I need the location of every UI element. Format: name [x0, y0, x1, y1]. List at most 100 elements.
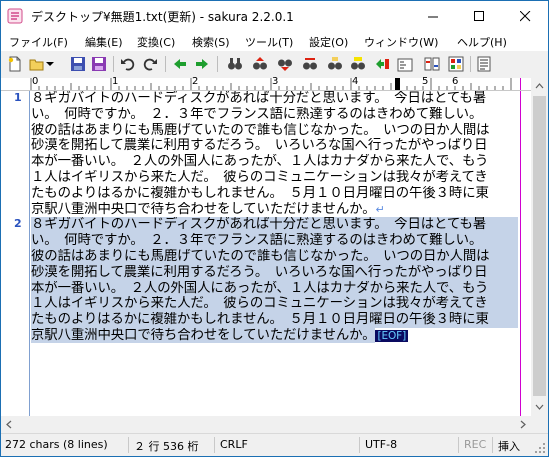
save-button[interactable] [69, 55, 87, 73]
open-file-button[interactable] [28, 55, 46, 73]
line-number: 2 [14, 217, 22, 230]
new-file-icon [8, 56, 21, 72]
ruler-label: 3 [272, 76, 279, 87]
line-number: 1 [14, 91, 22, 104]
search-button[interactable] [226, 55, 244, 73]
menu-edit[interactable]: 編集(E) [85, 34, 123, 50]
close-icon [519, 10, 530, 21]
settings-button[interactable] [447, 55, 465, 73]
outline-button[interactable] [396, 55, 414, 73]
selected-text-line: ８ギガバイトのハードディスクがあれば十分だと思います。 今日はとても暑 [31, 217, 518, 234]
undo-button[interactable] [119, 55, 137, 73]
ruler-label: 5 [422, 76, 429, 87]
status-bar: 272 chars (8 lines) ２ 行 536 桁 CRLF UTF-8… [1, 433, 548, 456]
editor-area[interactable]: 0 1 2 3 4 5 6 1 2 ８ギガバイトのハードディスクがあれば十分だと… [1, 76, 548, 416]
toolbar [1, 51, 548, 78]
chevron-down-icon [46, 62, 54, 66]
resize-grip-icon[interactable] [534, 442, 546, 454]
menu-convert[interactable]: 変換(C) [137, 34, 175, 50]
search-prev-button[interactable] [251, 55, 269, 73]
undo-icon [121, 58, 135, 71]
open-dropdown-button[interactable] [45, 55, 55, 73]
status-cursor-position: ２ 行 536 桁 [134, 440, 199, 453]
vertical-scrollbar[interactable] [531, 78, 548, 416]
selected-text-line: い。 何時ですか。 ２．３年でフランス語に熟達するのはきわめて難しい。 [31, 233, 518, 249]
status-encoding[interactable]: UTF-8 [365, 438, 397, 451]
text-line-content: 京駅八重洲中央口で待ち合わせをしていただけませんか。 [31, 201, 376, 217]
settings-grid-icon [448, 56, 464, 72]
move-back-button[interactable] [171, 55, 189, 73]
selected-text-line: たものよりはるかに複雑かもしれません。 ５月１０日月曜日の午後３時に東 [31, 312, 518, 328]
binoculars-icon [228, 58, 242, 70]
arrow-right-icon [196, 59, 208, 69]
selected-text-line: １人はイギリスから来た人だ。 彼らのコミュニケーションは我々が考えてき [31, 296, 518, 313]
arrow-left-icon [174, 59, 186, 69]
text-line: 京駅八重洲中央口で待ち合わせをしていただけませんか。↵ [31, 202, 518, 218]
editor-window: デスクトップ¥無題1.txt(更新) - sakura 2.2.0.1 ファイル… [0, 0, 549, 457]
grep-button[interactable] [326, 55, 344, 73]
horizontal-scrollbar[interactable] [1, 416, 531, 433]
ruler-label: 4 [352, 76, 359, 87]
text-line: 京駅八重洲中央口で待ち合わせをしていただけませんか。 [EOF] [31, 327, 518, 344]
move-forward-button[interactable] [193, 55, 211, 73]
status-line-ending[interactable]: CRLF [220, 438, 248, 451]
highlight-icon [351, 57, 365, 70]
text-content[interactable]: ８ギガバイトのハードディスクがあれば十分だと思います。 今日はとても暑 い。 何… [31, 91, 518, 344]
font-settings-button[interactable] [475, 55, 493, 73]
search-prev-icon [253, 57, 267, 70]
save-as-button[interactable] [90, 55, 108, 73]
save-as-icon [92, 57, 106, 71]
ruler-label: 0 [32, 76, 39, 87]
ruler-caret-marker [395, 78, 400, 90]
close-button[interactable] [502, 1, 548, 31]
status-char-count: 272 chars (8 lines) [5, 438, 108, 451]
title-bar[interactable]: デスクトップ¥無題1.txt(更新) - sakura 2.2.0.1 [1, 1, 548, 31]
sakura-app-icon [7, 8, 23, 24]
redo-button[interactable] [141, 55, 159, 73]
selected-text-line: 彼の話はあまりにも馬鹿げていたので誰も信じなかった。 いつの日か人間は [31, 248, 518, 265]
scroll-left-icon [6, 420, 12, 429]
status-recording: REC [464, 438, 487, 451]
scroll-down-icon [535, 404, 544, 410]
eof-mark: [EOF] [375, 329, 409, 342]
compare-icon [424, 57, 440, 71]
ruler-right-margin-marker [520, 78, 521, 90]
eol-mark: ↵ [375, 202, 385, 216]
replace-icon [303, 58, 317, 70]
selected-text-line-content: 京駅八重洲中央口で待ち合わせをしていただけませんか。 [31, 327, 376, 343]
compare-button[interactable] [423, 55, 441, 73]
menu-search[interactable]: 検索(S) [192, 34, 230, 50]
status-insert-mode[interactable]: 挿入 [498, 438, 520, 454]
window-title: デスクトップ¥無題1.txt(更新) - sakura 2.2.0.1 [31, 10, 294, 24]
text-line: 砂漠を開拓して農業に利用するだろう。 いろいろな国へ行ったがやっぱり日 [31, 138, 488, 154]
selected-text-line: 本が一番いい。 ２人の外国人にあったが、１人はカナダから来た人で、もう [31, 280, 518, 297]
menu-file[interactable]: ファイル(F) [9, 34, 68, 50]
text-line: ８ギガバイトのハードディスクがあれば十分だと思います。 今日はとても暑 [31, 91, 487, 106]
scroll-corner [531, 416, 548, 433]
document-list-icon [477, 56, 491, 72]
text-line: 彼の話はあまりにも馬鹿げていたので誰も信じなかった。 いつの日か人間は [31, 122, 490, 138]
search-next-button[interactable] [276, 55, 294, 73]
text-line: い。 何時ですか。 ２．３年でフランス語に熟達するのはきわめて難しい。 [31, 106, 483, 122]
maximize-icon [473, 10, 484, 21]
text-line: たものよりはるかに複雑かもしれません。 ５月１０日月曜日の午後３時に東 [31, 185, 489, 201]
tag-jump-button[interactable] [373, 55, 391, 73]
ruler-label: 2 [192, 76, 199, 87]
menu-settings[interactable]: 設定(O) [309, 34, 348, 50]
ruler-label: 6 [452, 76, 459, 87]
replace-button[interactable] [301, 55, 319, 73]
new-file-button[interactable] [6, 55, 24, 73]
ruler-label: 1 [112, 76, 119, 87]
search-next-icon [278, 59, 292, 71]
minimize-button[interactable] [410, 1, 456, 31]
menu-window[interactable]: ウィンドウ(W) [364, 34, 438, 50]
grep-icon [328, 57, 342, 70]
scroll-up-icon [535, 83, 544, 89]
ruler: 0 1 2 3 4 5 6 [1, 76, 548, 91]
redo-icon [143, 58, 157, 71]
text-line: １人はイギリスから来た人だ。 彼らのコミュニケーションは我々が考えてき [31, 169, 488, 185]
menu-tools[interactable]: ツール(T) [245, 34, 293, 50]
menu-help[interactable]: ヘルプ(H) [457, 34, 507, 50]
highlight-button[interactable] [349, 55, 367, 73]
maximize-button[interactable] [456, 1, 502, 31]
